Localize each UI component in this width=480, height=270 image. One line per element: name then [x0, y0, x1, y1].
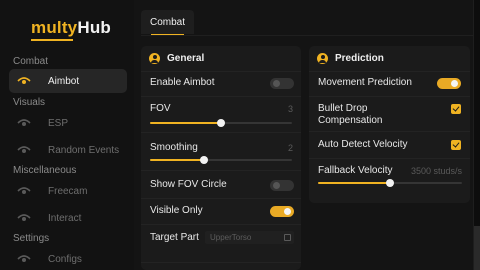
movement-prediction-label: Movement Prediction [318, 77, 412, 88]
sidebar-item-freecam[interactable]: Freecam [9, 179, 127, 203]
prediction-panel: Prediction Movement Prediction Bullet Dr… [309, 46, 470, 203]
sidebar-section-combat: Combat [13, 56, 49, 67]
target-part-label: Target Part [150, 232, 199, 243]
eye-icon [17, 254, 31, 264]
logo-underline [31, 39, 73, 41]
auto-detect-velocity-label: Auto Detect Velocity [318, 139, 408, 150]
visible-only-toggle[interactable] [270, 206, 294, 217]
sidebar-item-aimbot[interactable]: Aimbot [9, 69, 127, 93]
divider [141, 198, 301, 199]
enable-aimbot-label: Enable Aimbot [150, 77, 215, 88]
fov-slider-handle[interactable] [217, 119, 225, 127]
tab-combat[interactable]: Combat [141, 10, 194, 34]
fov-label: FOV [150, 103, 171, 114]
eye-icon [17, 118, 31, 128]
general-title: General [149, 53, 204, 64]
divider [141, 224, 301, 225]
auto-detect-velocity-checkbox[interactable] [451, 140, 461, 150]
eye-icon [17, 213, 31, 223]
scrollbar[interactable] [474, 226, 480, 270]
target-part-dropdown[interactable]: UpperTorso [205, 231, 294, 244]
fallback-velocity-slider[interactable] [318, 179, 462, 187]
enable-aimbot-toggle[interactable] [270, 78, 294, 89]
sidebar-item-random-events[interactable]: Random Events [9, 138, 127, 162]
smoothing-slider-handle[interactable] [199, 156, 208, 164]
divider [141, 262, 301, 263]
divider [309, 96, 470, 97]
sidebar-item-label: Aimbot [48, 75, 80, 87]
fov-value: 3 [287, 104, 293, 114]
prediction-title: Prediction [317, 53, 384, 64]
app-logo: multyHub [31, 18, 111, 37]
bullet-drop-label: Bullet Drop Compensation [318, 103, 383, 126]
sidebar-item-configs[interactable]: Configs [9, 247, 127, 270]
expand-icon [284, 234, 291, 241]
eye-icon [17, 76, 31, 86]
divider [141, 132, 301, 133]
divider [309, 71, 470, 72]
divider [141, 170, 301, 171]
sidebar-item-label: ESP [48, 117, 69, 129]
divider [141, 71, 301, 72]
sidebar-item-label: Configs [48, 253, 82, 265]
general-panel: General Enable Aimbot FOV 3 Smoothing 2 … [141, 46, 301, 270]
sidebar-item-label: Random Events [48, 144, 120, 156]
eye-icon [17, 186, 31, 196]
sidebar-section-visuals: Visuals [13, 97, 46, 108]
fallback-velocity-value: 3500 studs/s [410, 166, 462, 176]
smoothing-value: 2 [287, 143, 293, 153]
smoothing-slider[interactable] [150, 156, 292, 164]
user-icon [317, 53, 328, 64]
target-part-value: UpperTorso [210, 233, 252, 242]
sidebar-item-label: Interact [48, 212, 82, 224]
fallback-velocity-slider-handle[interactable] [386, 179, 394, 187]
smoothing-label: Smoothing [150, 142, 198, 153]
sidebar-item-label: Freecam [48, 185, 88, 197]
sidebar-item-esp[interactable]: ESP [9, 111, 127, 135]
main-window: multyHub Combat Aimbot Visuals ESP Rando… [0, 0, 480, 270]
eye-icon [17, 145, 31, 155]
divider [309, 131, 470, 132]
fov-slider[interactable] [150, 119, 292, 127]
bullet-drop-checkbox[interactable] [451, 104, 461, 114]
sidebar-section-settings: Settings [13, 233, 50, 244]
show-fov-circle-toggle[interactable] [270, 180, 294, 191]
divider [141, 96, 301, 97]
user-icon [149, 53, 160, 64]
header-divider [141, 35, 474, 36]
movement-prediction-toggle[interactable] [437, 78, 461, 89]
sidebar-item-interact[interactable]: Interact [9, 206, 127, 230]
sidebar-section-misc: Miscellaneous [13, 165, 77, 176]
divider [309, 158, 470, 159]
fallback-velocity-label: Fallback Velocity [318, 165, 393, 176]
sidebar: multyHub Combat Aimbot Visuals ESP Rando… [0, 0, 134, 270]
show-fov-circle-label: Show FOV Circle [150, 179, 227, 190]
visible-only-label: Visible Only [150, 205, 203, 216]
